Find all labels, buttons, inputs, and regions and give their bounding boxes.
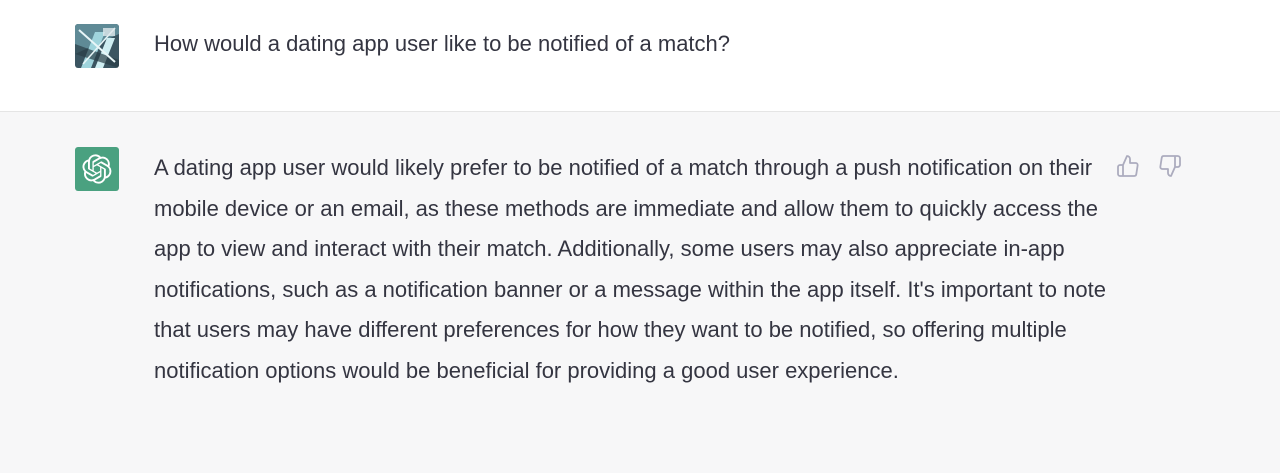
user-message-text: How would a dating app user like to be n… (154, 31, 731, 56)
assistant-avatar (75, 147, 119, 191)
assistant-message-text: A dating app user would likely prefer to… (154, 155, 1106, 383)
feedback-buttons (1115, 153, 1183, 179)
user-avatar-image (75, 24, 119, 68)
thumbs-up-icon (1117, 155, 1139, 177)
user-message-row: How would a dating app user like to be n… (0, 0, 1280, 112)
user-avatar (75, 24, 119, 68)
thumbs-down-icon (1159, 155, 1181, 177)
assistant-message-row: A dating app user would likely prefer to… (0, 112, 1280, 473)
openai-logo-icon (82, 154, 112, 184)
thumbs-down-button[interactable] (1157, 153, 1183, 179)
thumbs-up-button[interactable] (1115, 153, 1141, 179)
